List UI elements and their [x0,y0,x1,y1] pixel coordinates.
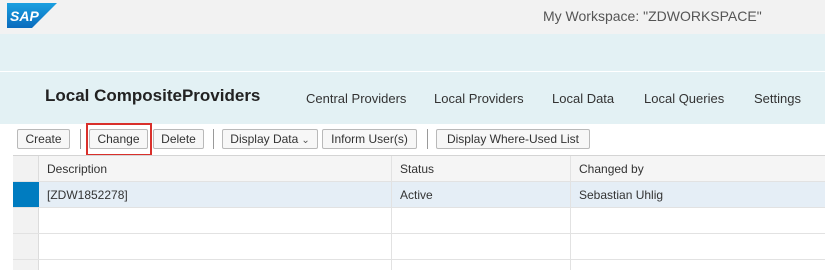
empty-cell [392,208,571,233]
nav-link-settings[interactable]: Settings [754,91,801,106]
row-selector [13,234,39,259]
column-header-status[interactable]: Status [392,156,571,181]
table-header-row: Description Status Changed by [13,156,825,182]
cell-changed-by: Sebastian Uhlig [579,188,664,202]
shell-header: SAP My Workspace: "ZDWORKSPACE" [0,0,825,34]
select-all-cell[interactable] [13,156,39,181]
table-row-empty [13,234,825,260]
nav-bar: Local CompositeProviders Central Provide… [0,72,825,124]
page-title: Local CompositeProviders [45,86,261,105]
providers-table: Description Status Changed by [ZDW185227… [13,155,825,270]
row-selector[interactable] [13,182,39,207]
toolbar-separator [213,129,214,149]
inform-users-button[interactable]: Inform User(s) [322,129,417,149]
chevron-down-icon: ⌄ [301,135,310,146]
create-button[interactable]: Create [17,129,70,149]
empty-cell [571,234,825,259]
display-data-label: Display Data [230,132,299,146]
empty-cell [39,208,392,233]
table-row-empty [13,208,825,234]
sap-logo-text: SAP [10,8,39,24]
sap-logo[interactable]: SAP [7,3,57,28]
where-used-button[interactable]: Display Where-Used List [436,129,590,149]
workspace-title: My Workspace: "ZDWORKSPACE" [543,8,762,24]
empty-cell [571,208,825,233]
table-row[interactable]: [ZDW1852278] Active Sebastian Uhlig [13,182,825,208]
cell-description: [ZDW1852278] [39,182,392,207]
nav-link-local-providers[interactable]: Local Providers [434,91,524,106]
cell-status: Active [392,182,571,207]
column-header-changed-by[interactable]: Changed by [571,156,825,181]
empty-cell [39,234,392,259]
column-header-description[interactable]: Description [39,156,392,181]
row-selector [13,208,39,233]
nav-link-local-queries[interactable]: Local Queries [644,91,724,106]
display-data-button[interactable]: Display Data ⌄ [222,129,318,149]
shell-subheader [0,34,825,72]
delete-button[interactable]: Delete [153,129,204,149]
nav-link-local-data[interactable]: Local Data [552,91,614,106]
empty-cell [392,234,571,259]
toolbar-separator [427,129,428,149]
highlight-frame [86,123,152,156]
nav-link-central-providers[interactable]: Central Providers [306,91,406,106]
toolbar-separator [80,129,81,149]
